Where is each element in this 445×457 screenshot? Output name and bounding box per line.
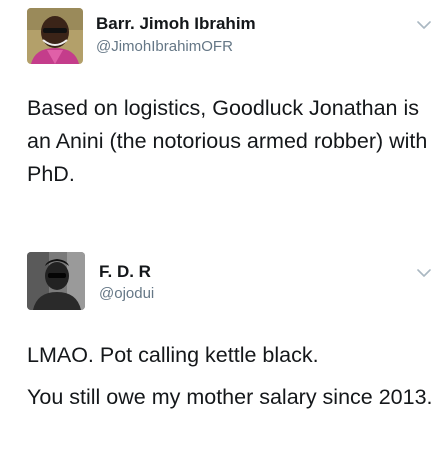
user-avatar-bw-portrait-icon xyxy=(27,252,85,310)
display-name[interactable]: F. D. R xyxy=(99,262,151,282)
display-name[interactable]: Barr. Jimoh Ibrahim xyxy=(96,14,256,34)
avatar[interactable] xyxy=(27,252,85,310)
tweet-text: Based on logistics, Goodluck Jonathan is… xyxy=(27,92,439,191)
user-handle[interactable]: @JimohIbrahimOFR xyxy=(96,38,233,55)
tweet-text: LMAO. Pot calling kettle black. You stil… xyxy=(27,339,439,414)
user-avatar-portrait-icon xyxy=(27,8,83,64)
tweet-paragraph: LMAO. Pot calling kettle black. xyxy=(27,343,319,367)
chevron-down-icon[interactable] xyxy=(417,268,431,278)
tweet-paragraph: Based on logistics, Goodluck Jonathan is… xyxy=(27,96,428,186)
tweet: Barr. Jimoh Ibrahim @JimohIbrahimOFR Bas… xyxy=(0,0,445,228)
chevron-down-icon[interactable] xyxy=(417,20,431,30)
user-handle[interactable]: @ojodui xyxy=(99,285,154,302)
tweet-paragraph: You still owe my mother salary since 201… xyxy=(27,385,433,409)
avatar[interactable] xyxy=(27,8,83,64)
tweet: F. D. R @ojodui LMAO. Pot calling kettle… xyxy=(0,240,445,457)
